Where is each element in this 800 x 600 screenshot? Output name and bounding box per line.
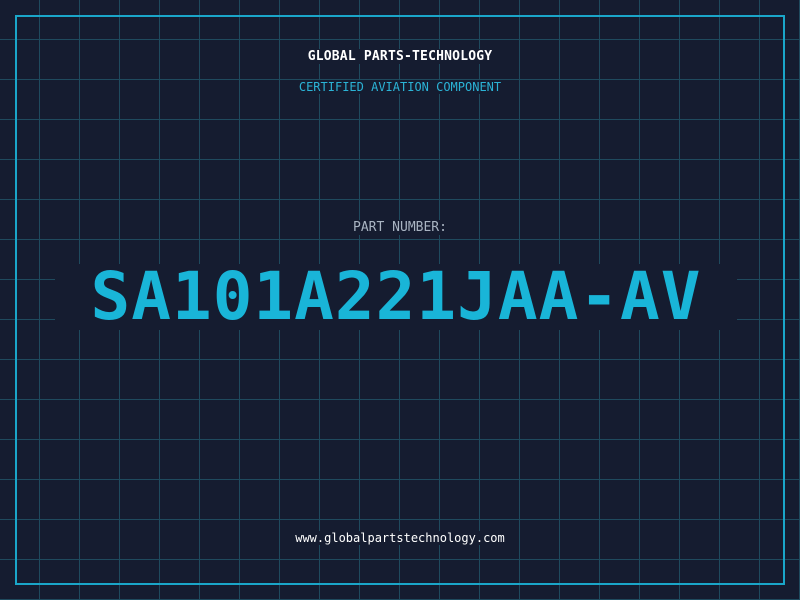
certification-subtitle: CERTIFIED AVIATION COMPONENT — [0, 80, 800, 94]
part-number-value: SA101A221JAA-AV — [90, 258, 702, 335]
part-number-label-text: PART NUMBER: — [351, 220, 449, 235]
company-name: GLOBAL PARTS-TECHNOLOGY — [0, 49, 800, 64]
website-url: www.globalpartstechnology.com — [0, 531, 800, 545]
part-label-card: GLOBAL PARTS-TECHNOLOGY CERTIFIED AVIATI… — [0, 0, 800, 600]
website-url-text: www.globalpartstechnology.com — [293, 531, 507, 545]
part-number-box: SA101A221JAA-AV — [55, 264, 737, 330]
part-number-label: PART NUMBER: — [0, 220, 800, 235]
certification-subtitle-text: CERTIFIED AVIATION COMPONENT — [296, 80, 504, 94]
company-name-text: GLOBAL PARTS-TECHNOLOGY — [305, 49, 495, 64]
